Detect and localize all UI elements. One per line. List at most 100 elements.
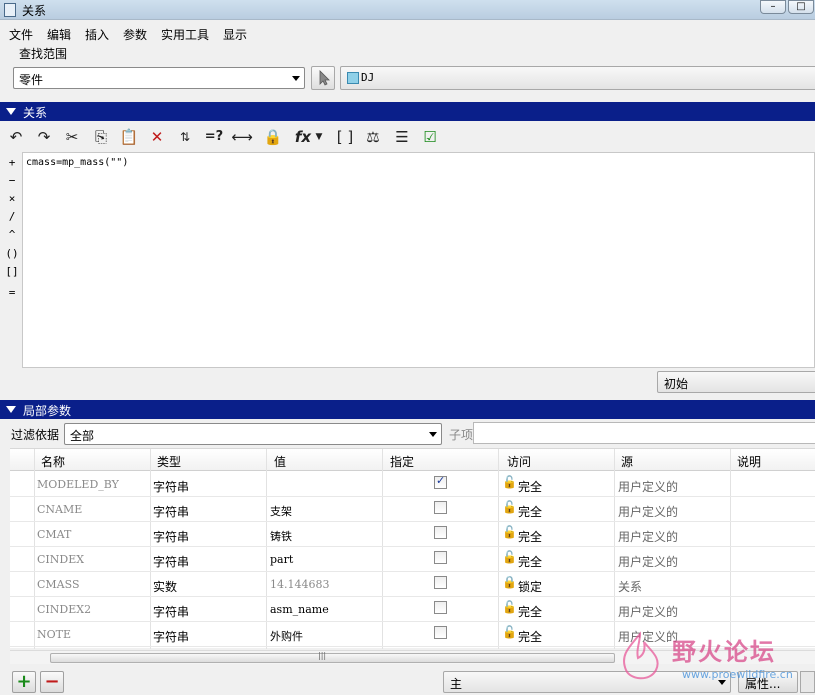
param-type-cell[interactable]: 字符串 [153,553,189,570]
param-access-cell[interactable]: 完全 [518,553,542,570]
horizontal-scrollbar[interactable]: ||| [10,650,815,664]
undo-icon[interactable]: ↶ [5,126,27,148]
param-value-cell[interactable]: part [270,553,293,566]
param-value-cell[interactable]: 外购件 [270,628,303,644]
header-value[interactable]: 值 [274,453,286,470]
cut-icon[interactable]: ✂ [61,126,83,148]
param-access-cell[interactable]: 完全 [518,603,542,620]
header-type[interactable]: 类型 [157,453,181,470]
table-row[interactable]: CINDEX2 字符串 asm_name 🔓 完全 用户定义的 [10,597,815,622]
operator-multiply[interactable]: × [3,192,21,205]
operator-minus[interactable]: − [3,174,21,187]
initial-select[interactable]: 初始 [657,371,815,393]
menu-display[interactable]: 显示 [223,26,247,43]
model-field[interactable]: DJ [340,66,815,90]
switch-dims-icon[interactable]: ⇅ [174,126,196,148]
param-access-cell[interactable]: 完全 [518,478,542,495]
delete-icon[interactable]: ✕ [146,126,168,148]
operator-plus[interactable]: + [3,156,21,169]
designate-checkbox[interactable] [434,601,447,614]
param-name-cell[interactable]: CMAT [37,528,71,541]
param-access-cell[interactable]: 完全 [518,528,542,545]
designate-checkbox[interactable] [434,551,447,564]
operator-brackets[interactable]: [] [3,265,21,278]
table-row[interactable]: MODELED_BY 字符串 🔓完全 用户定义的 [10,472,815,497]
param-name-cell[interactable]: MODELED_BY [37,478,119,491]
sort-icon[interactable]: ☰ [391,126,413,148]
menu-file[interactable]: 文件 [9,26,33,43]
param-access-cell[interactable]: 完全 [518,503,542,520]
scrollbar-thumb[interactable] [50,653,615,663]
param-value-cell[interactable]: 支架 [270,503,292,519]
menu-parameters[interactable]: 参数 [123,26,147,43]
table-row[interactable]: CMAT 字符串 铸铁 🔓 完全 用户定义的 [10,522,815,547]
param-value-cell[interactable]: asm_name [270,603,329,616]
dropdown-arrow-icon[interactable]: ▼ [313,126,325,148]
param-source-cell[interactable]: 用户定义的 [618,553,678,570]
param-name-cell[interactable]: NOTE [37,628,71,641]
param-name-cell[interactable]: CINDEX2 [37,603,91,616]
operator-equals[interactable]: = [3,286,21,299]
menu-edit[interactable]: 编辑 [47,26,71,43]
designate-checkbox[interactable] [434,626,447,639]
delete-parameter-button[interactable]: − [40,671,64,693]
menu-insert[interactable]: 插入 [85,26,109,43]
param-source-cell[interactable]: 用户定义的 [618,528,678,545]
param-source-cell[interactable]: 用户定义的 [618,603,678,620]
param-name-cell[interactable]: CMASS [37,578,80,591]
locked-relation-icon[interactable]: 🔒 [262,126,284,148]
local-params-section-header[interactable]: 局部参数 [0,400,815,419]
designate-checkbox[interactable] [434,474,447,489]
add-parameter-button[interactable]: + [12,671,36,693]
header-designate[interactable]: 指定 [390,453,414,470]
function-icon[interactable]: fx [292,126,314,148]
param-type-cell[interactable]: 实数 [153,578,177,595]
evaluate-icon[interactable]: =? [203,126,225,148]
operator-power[interactable]: ^ [3,228,21,241]
table-row[interactable]: CMASS 实数 14.144683 🔒 锁定 关系 [10,572,815,597]
header-description[interactable]: 说明 [737,453,761,470]
param-source-cell[interactable]: 用户定义的 [618,478,678,495]
relations-editor[interactable]: cmass=mp_mass("") [22,152,815,368]
scope-select[interactable]: 零件 [13,67,305,89]
param-access-cell[interactable]: 锁定 [518,578,542,595]
table-options-button[interactable] [800,671,815,693]
minimize-button[interactable]: – [760,0,786,14]
header-name[interactable]: 名称 [41,453,65,470]
insert-dimension-icon[interactable]: ⟷ [231,126,253,148]
sub-item-field[interactable] [473,422,815,444]
operator-divide[interactable]: / [3,210,21,223]
menu-utilities[interactable]: 实用工具 [161,26,209,43]
properties-button[interactable]: 属性... [738,671,798,693]
param-source-cell[interactable]: 用户定义的 [618,628,678,645]
param-value-cell[interactable]: 铸铁 [270,528,292,544]
parameter-icon[interactable]: [ ] [334,126,356,148]
param-name-cell[interactable]: CNAME [37,503,82,516]
main-select[interactable]: 主 [443,671,731,693]
verify-icon[interactable]: ☑ [419,126,441,148]
param-type-cell[interactable]: 字符串 [153,603,189,620]
param-type-cell[interactable]: 字符串 [153,528,189,545]
param-source-cell[interactable]: 用户定义的 [618,503,678,520]
designate-checkbox[interactable] [434,501,447,514]
designate-checkbox[interactable] [434,526,447,539]
select-model-button[interactable] [311,66,335,90]
operator-parentheses[interactable]: () [3,247,21,260]
copy-icon[interactable]: ⎘ [90,126,112,148]
param-source-cell[interactable]: 关系 [618,578,642,595]
header-access[interactable]: 访问 [507,453,531,470]
filter-select[interactable]: 全部 [64,423,442,445]
paste-icon[interactable]: 📋 [118,126,140,148]
table-row[interactable]: NOTE 字符串 外购件 🔓 完全 用户定义的 [10,622,815,647]
param-type-cell[interactable]: 字符串 [153,628,189,645]
unit-icon[interactable]: ⚖ [362,126,384,148]
maximize-button[interactable]: □ [788,0,814,14]
relations-section-header[interactable]: 关系 [0,102,815,121]
relations-code[interactable]: cmass=mp_mass("") [26,157,128,168]
param-name-cell[interactable]: CINDEX [37,553,84,566]
table-row[interactable]: CINDEX 字符串 part 🔓 完全 用户定义的 [10,547,815,572]
param-access-cell[interactable]: 完全 [518,628,542,645]
param-type-cell[interactable]: 字符串 [153,478,189,495]
param-value-cell[interactable]: 14.144683 [270,578,330,591]
param-type-cell[interactable]: 字符串 [153,503,189,520]
